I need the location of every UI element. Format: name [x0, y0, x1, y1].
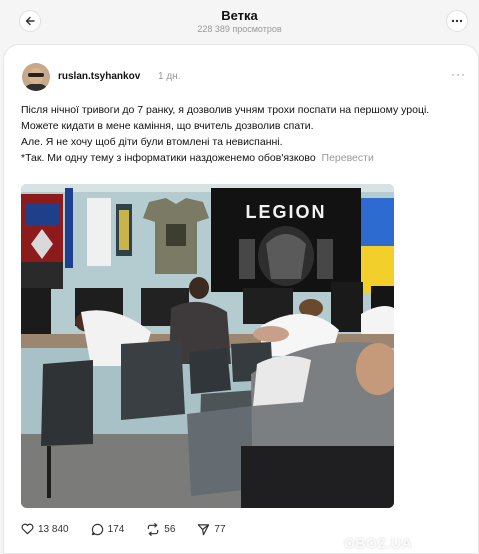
- post-line: Але. Я не хочу щоб діти були втомлені та…: [21, 136, 283, 148]
- avatar[interactable]: [22, 63, 50, 91]
- header-more-button[interactable]: [446, 10, 468, 32]
- post-more-icon[interactable]: ···: [451, 67, 466, 81]
- watermark: OBOZ.UA: [344, 535, 413, 551]
- post-actions: 13 840 174 56 77: [21, 521, 248, 537]
- post-line: Після нічної тривоги до 7 ранку, я дозво…: [21, 104, 430, 116]
- post-card: ruslan.tsyhankov 1 дн. ··· Після нічної …: [3, 44, 479, 554]
- repost-count: 56: [164, 523, 176, 535]
- top-bar: Ветка 228 389 просмотров: [0, 0, 479, 44]
- classroom-photo: LEGION: [21, 184, 394, 508]
- share-count: 77: [214, 523, 226, 535]
- comment-button[interactable]: 174: [91, 523, 125, 536]
- comment-icon: [91, 523, 103, 535]
- post-text: Після нічної тривоги до 7 ранку, я дозво…: [21, 102, 461, 166]
- post-line: *Так. Ми одну тему з інформатики наздоже…: [21, 152, 316, 164]
- comment-count: 174: [107, 523, 125, 535]
- post-username[interactable]: ruslan.tsyhankov: [58, 71, 140, 82]
- repost-button[interactable]: 56: [146, 522, 176, 536]
- post-line: Можете кидати в мене каміння, що вчитель…: [21, 120, 314, 132]
- heart-icon: [21, 523, 34, 535]
- share-button[interactable]: 77: [197, 523, 226, 536]
- views-count: 228 389 просмотров: [197, 24, 282, 34]
- post-photo[interactable]: LEGION: [21, 184, 394, 508]
- share-icon: [198, 523, 210, 535]
- like-count: 13 840: [38, 523, 69, 535]
- page-title: Ветка: [221, 8, 258, 23]
- like-button[interactable]: 13 840: [21, 523, 69, 535]
- repost-icon: [148, 522, 159, 536]
- more-icon: [451, 19, 463, 23]
- translate-link[interactable]: Перевести: [322, 152, 374, 164]
- post-time: 1 дн.: [158, 71, 181, 82]
- flag-text: LEGION: [245, 202, 326, 222]
